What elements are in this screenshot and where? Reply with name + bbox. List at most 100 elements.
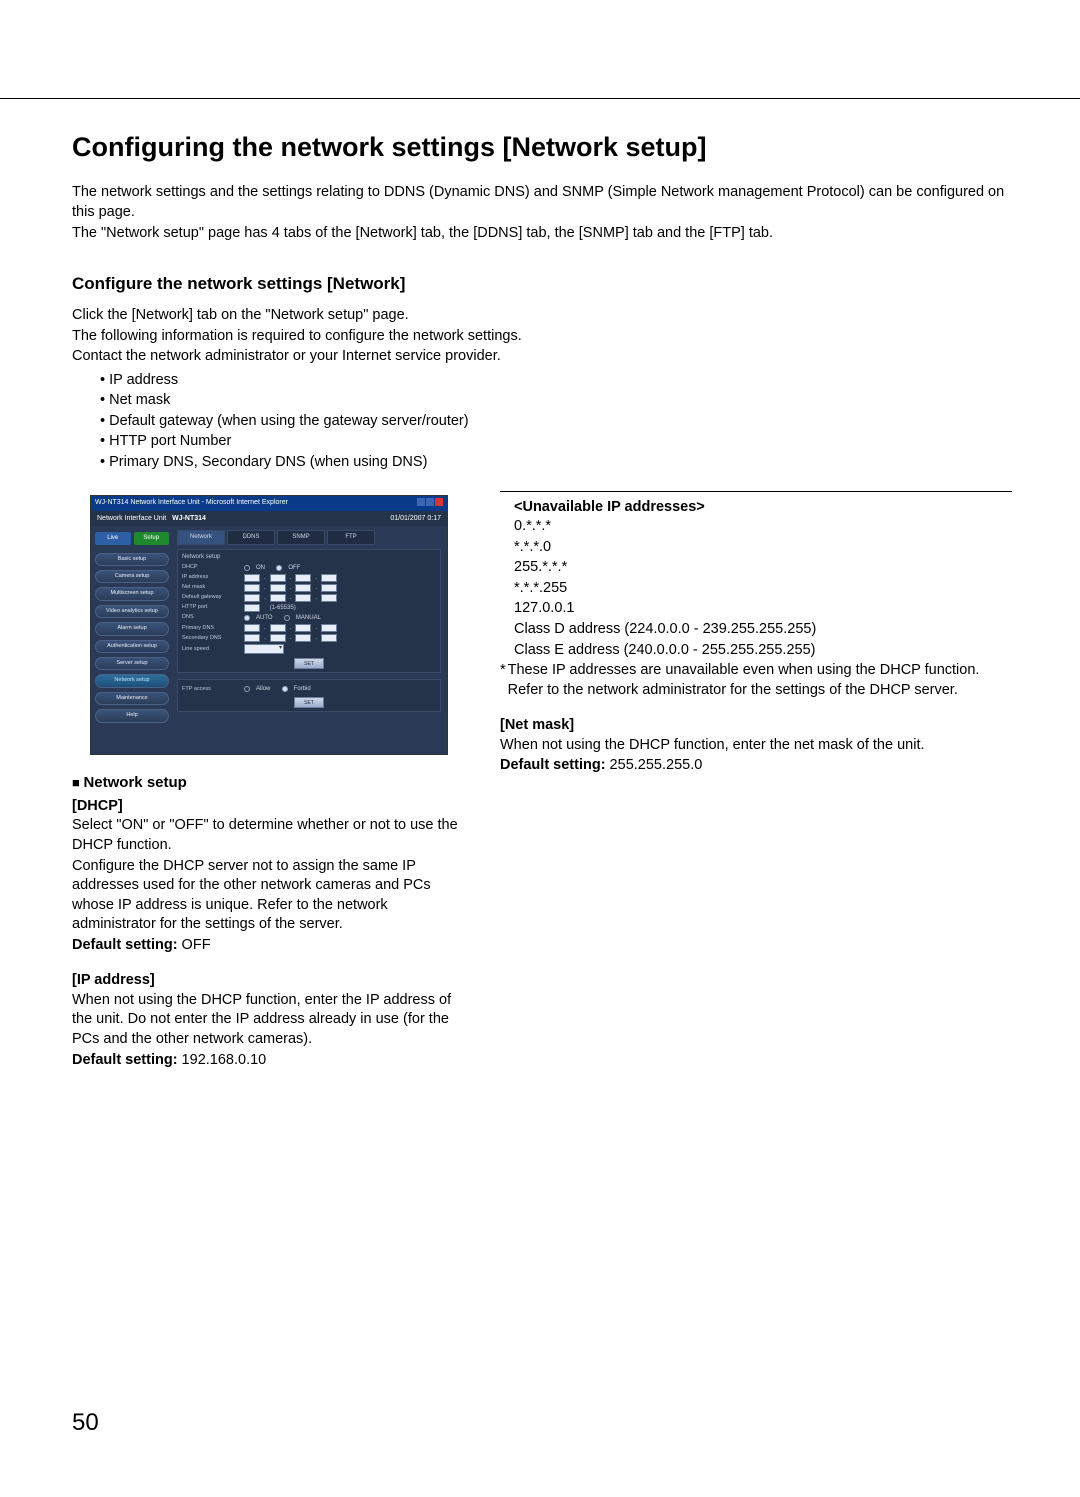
sdns-octet-input[interactable] — [270, 634, 286, 642]
setup-button[interactable]: Setup — [134, 532, 170, 544]
minimize-icon[interactable] — [417, 498, 425, 506]
sidebar-item-network[interactable]: Network setup — [95, 674, 169, 687]
window-titlebar: WJ-NT314 Network Interface Unit - Micros… — [91, 496, 447, 511]
window-buttons — [416, 498, 443, 509]
instr-line-3: Contact the network administrator or you… — [72, 347, 1012, 367]
ftp-panel: FTP access Allow Forbid SET — [177, 679, 441, 712]
row-label-sdns: Secondary DNS — [182, 635, 240, 642]
live-button[interactable]: Live — [95, 532, 131, 544]
network-panel: Network setup DHCP ON OFF IP address ...… — [177, 549, 441, 674]
sidebar-item-video-analytics[interactable]: Video analytics setup — [95, 605, 169, 618]
instr-line-2: The following information is required to… — [72, 327, 1012, 347]
unavail-line: *.*.*.255 — [514, 579, 1012, 599]
netmask-description: When not using the DHCP function, enter … — [500, 736, 1012, 756]
set-button[interactable]: SET — [294, 697, 324, 708]
sidebar-item-maintenance[interactable]: Maintenance — [95, 692, 169, 705]
ip-octet-input[interactable] — [321, 574, 337, 582]
ftp-forbid-radio[interactable] — [282, 686, 288, 692]
default-setting-label: Default setting: — [500, 757, 606, 773]
gateway-octet-input[interactable] — [295, 594, 311, 602]
sdns-octet-input[interactable] — [244, 634, 260, 642]
intro-paragraph-2: The "Network setup" page has 4 tabs of t… — [72, 224, 1012, 244]
list-item: HTTP port Number — [100, 432, 1012, 452]
maximize-icon[interactable] — [426, 498, 434, 506]
row-label-linespeed: Line speed — [182, 646, 240, 653]
sidebar-item-authentication[interactable]: Authentication setup — [95, 640, 169, 653]
sidebar-item-basic[interactable]: Basic setup — [95, 553, 169, 566]
netmask-octet-input[interactable] — [270, 584, 286, 592]
unavail-line: 255.*.*.* — [514, 558, 1012, 578]
pdns-octet-input[interactable] — [321, 624, 337, 632]
row-label-ftp: FTP access — [182, 686, 240, 693]
unavail-line: 127.0.0.1 — [514, 599, 1012, 619]
dhcp-off-label: OFF — [288, 564, 300, 572]
row-label-dns: DNS — [182, 614, 240, 621]
ip-octet-input[interactable] — [244, 574, 260, 582]
pdns-octet-input[interactable] — [295, 624, 311, 632]
dhcp-description-1: Select "ON" or "OFF" to determine whethe… — [72, 816, 470, 855]
tab-snmp[interactable]: SNMP — [277, 530, 325, 544]
row-label-netmask: Net mask — [182, 584, 240, 591]
linespeed-select[interactable] — [244, 644, 284, 654]
netmask-octet-input[interactable] — [244, 584, 260, 592]
ip-description: When not using the DHCP function, enter … — [72, 991, 470, 1050]
footnote: * These IP addresses are unavailable eve… — [500, 661, 1012, 700]
dhcp-description-2: Configure the DHCP server not to assign … — [72, 857, 470, 935]
http-port-input[interactable] — [244, 604, 260, 612]
unavailable-ip-list: 0.*.*.* *.*.*.0 255.*.*.* *.*.*.255 127.… — [514, 517, 1012, 660]
list-item: Net mask — [100, 391, 1012, 411]
dns-auto-radio[interactable] — [244, 615, 250, 621]
pdns-octet-input[interactable] — [244, 624, 260, 632]
netmask-octet-input[interactable] — [295, 584, 311, 592]
panel-title: Network setup — [182, 553, 436, 561]
default-setting-label: Default setting: — [72, 1052, 178, 1068]
row-label-ip: IP address — [182, 574, 240, 581]
dns-manual-radio[interactable] — [284, 615, 290, 621]
row-label-http: HTTP port — [182, 604, 240, 611]
close-icon[interactable] — [435, 498, 443, 506]
ftp-allow-radio[interactable] — [244, 686, 250, 692]
sdns-octet-input[interactable] — [321, 634, 337, 642]
unavailable-ip-heading: <Unavailable IP addresses> — [514, 498, 1012, 518]
dns-manual-label: MANUAL — [296, 614, 321, 622]
sidebar-item-alarm[interactable]: Alarm setup — [95, 622, 169, 635]
instr-line-1: Click the [Network] tab on the "Network … — [72, 306, 1012, 326]
gateway-octet-input[interactable] — [270, 594, 286, 602]
ftp-allow-label: Allow — [256, 685, 270, 693]
tab-row: Network DDNS SNMP FTP — [177, 530, 441, 544]
row-label-dhcp: DHCP — [182, 564, 240, 571]
sidebar: Live Setup Basic setup Camera setup Mult… — [91, 526, 173, 750]
unavail-line: 0.*.*.* — [514, 517, 1012, 537]
netmask-octet-input[interactable] — [321, 584, 337, 592]
ip-default: Default setting: 192.168.0.10 — [72, 1051, 470, 1071]
pdns-octet-input[interactable] — [270, 624, 286, 632]
gateway-octet-input[interactable] — [321, 594, 337, 602]
window-title-text: WJ-NT314 Network Interface Unit - Micros… — [95, 498, 288, 509]
list-item: IP address — [100, 371, 1012, 391]
dhcp-on-radio[interactable] — [244, 565, 250, 571]
param-heading-dhcp: [DHCP] — [72, 797, 470, 817]
list-item: Default gateway (when using the gateway … — [100, 412, 1012, 432]
sidebar-item-help[interactable]: Help — [95, 709, 169, 722]
tab-ftp[interactable]: FTP — [327, 530, 375, 544]
sdns-octet-input[interactable] — [295, 634, 311, 642]
tab-ddns[interactable]: DDNS — [227, 530, 275, 544]
ip-octet-input[interactable] — [295, 574, 311, 582]
required-info-list: IP address Net mask Default gateway (whe… — [100, 371, 1012, 473]
gateway-octet-input[interactable] — [244, 594, 260, 602]
default-setting-value: 255.255.255.0 — [606, 757, 703, 773]
unavail-line: *.*.*.0 — [514, 538, 1012, 558]
sidebar-item-server[interactable]: Server setup — [95, 657, 169, 670]
tab-network[interactable]: Network — [177, 530, 225, 544]
list-item: Primary DNS, Secondary DNS (when using D… — [100, 453, 1012, 473]
sidebar-item-camera[interactable]: Camera setup — [95, 570, 169, 583]
ip-octet-input[interactable] — [270, 574, 286, 582]
page-title: Configuring the network settings [Networ… — [72, 129, 1012, 165]
dhcp-on-label: ON — [256, 564, 265, 572]
dhcp-off-radio[interactable] — [276, 565, 282, 571]
row-label-gateway: Default gateway — [182, 594, 240, 601]
sidebar-item-multiscreen[interactable]: Multiscreen setup — [95, 587, 169, 600]
default-setting-label: Default setting: — [72, 937, 178, 953]
set-button[interactable]: SET — [294, 658, 324, 669]
subsection-network-setup: Network setup — [72, 773, 470, 793]
